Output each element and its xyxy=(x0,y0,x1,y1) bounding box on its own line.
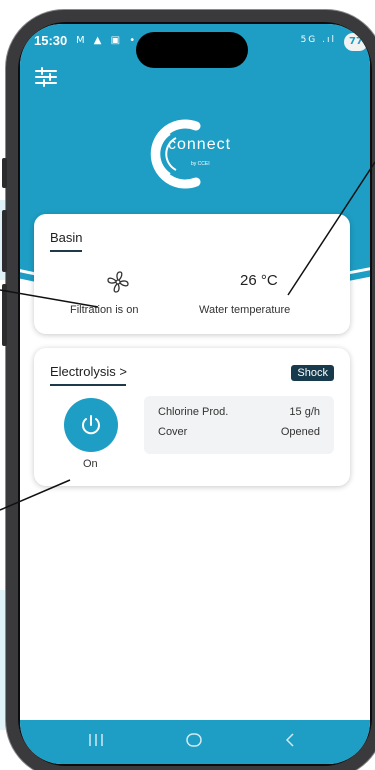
info-row: Chlorine Prod. 15 g/h xyxy=(158,406,320,422)
title-underline xyxy=(50,384,126,386)
logo-subtext: by CCEI xyxy=(191,161,210,167)
connect-logo: connect by CCEI xyxy=(136,116,246,192)
electrolysis-card[interactable]: Electrolysis > Shock On Chlorine Prod. 1… xyxy=(34,348,350,486)
page: 15:30 M ▲ ▣ • 5G .ıl 77 connect by CCEI … xyxy=(0,0,375,770)
temperature-label: Water temperature xyxy=(199,304,291,316)
app-screen: 15:30 M ▲ ▣ • 5G .ıl 77 connect by CCEI … xyxy=(20,24,370,764)
volume-up-button xyxy=(2,158,7,188)
recent-apps-icon[interactable] xyxy=(86,730,106,750)
info-value: 15 g/h xyxy=(289,406,320,418)
logo-text: connect xyxy=(168,136,232,153)
power-icon xyxy=(82,415,100,435)
navigation-bar xyxy=(20,720,370,764)
status-time: 15:30 xyxy=(34,33,68,48)
shock-badge[interactable]: Shock xyxy=(291,365,334,381)
signal-icon: 5G .ıl xyxy=(300,35,336,45)
basin-title: Basin xyxy=(50,230,83,245)
filtration-status: Filtration is on xyxy=(70,304,139,316)
battery-icon: 77 xyxy=(344,33,368,51)
fan-icon xyxy=(107,271,129,293)
electrolysis-title[interactable]: Electrolysis > xyxy=(50,364,127,379)
basin-card[interactable]: Basin Filtration is on 26 °C Water tempe… xyxy=(34,214,350,334)
volume-down-button xyxy=(2,210,7,272)
camera-notch xyxy=(136,32,248,68)
info-label: Chlorine Prod. xyxy=(158,406,229,418)
notification-icons: M ▲ ▣ • xyxy=(76,35,139,46)
info-value: Opened xyxy=(280,426,320,438)
home-icon[interactable] xyxy=(184,730,204,750)
sliders-icon[interactable] xyxy=(34,66,58,88)
logo-arc-icon xyxy=(150,119,201,189)
power-state-label: On xyxy=(83,458,98,470)
temperature-value: 26 °C xyxy=(240,272,278,289)
power-button[interactable] xyxy=(64,398,118,452)
electrolysis-info: Chlorine Prod. 15 g/h Cover Opened xyxy=(144,396,334,454)
back-icon[interactable] xyxy=(280,730,300,750)
info-row: Cover Opened xyxy=(158,426,320,442)
volume-button xyxy=(2,284,7,346)
info-label: Cover xyxy=(158,426,188,438)
title-underline xyxy=(50,250,82,252)
